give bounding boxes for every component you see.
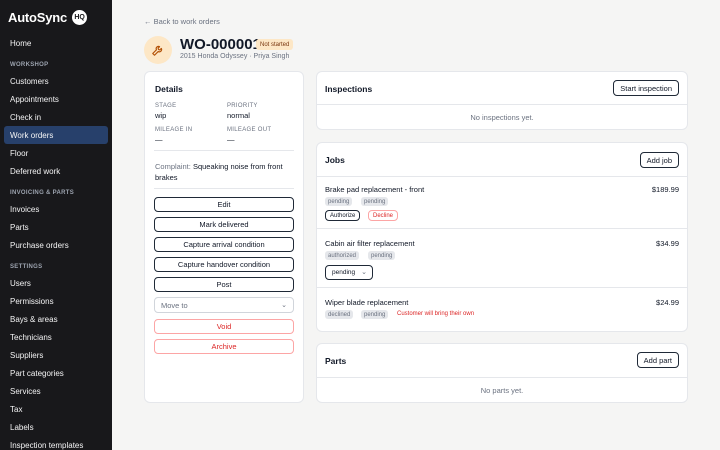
divider [317, 104, 687, 105]
sidebar-section-workshop: WORKSHOP [10, 62, 49, 68]
authorize-button[interactable]: Authorize [325, 210, 361, 221]
job-status-tag: authorized [325, 251, 360, 260]
sidebar-item-services[interactable]: Services [4, 382, 108, 400]
mark-delivered-button[interactable]: Mark delivered [154, 217, 294, 232]
priority-value: normal [227, 111, 250, 120]
divider [317, 176, 687, 177]
sidebar-item-work-orders[interactable]: Work orders [4, 126, 108, 144]
divider [154, 188, 294, 189]
vehicle-customer-subtitle: 2015 Honda Odyssey · Priya Singh [180, 53, 290, 60]
mileage-out-value: — [227, 135, 235, 144]
post-button[interactable]: Post [154, 277, 294, 292]
job-note: Customer will bring their own [397, 311, 475, 317]
sidebar-section-invoicing: INVOICING & PARTS [10, 190, 74, 196]
inspections-card: Inspections Start inspection No inspecti… [316, 71, 688, 130]
stage-label: STAGE [155, 103, 177, 109]
details-title: Details [155, 84, 183, 94]
sidebar-item-part-categories[interactable]: Part categories [4, 364, 108, 382]
job-name: Wiper blade replacement [325, 298, 409, 307]
sidebar-item-parts[interactable]: Parts [4, 218, 108, 236]
capture-handover-condition-button[interactable]: Capture handover condition [154, 257, 294, 272]
sidebar-section-settings: SETTINGS [10, 264, 43, 270]
sidebar-item-invoices[interactable]: Invoices [4, 200, 108, 218]
archive-button[interactable]: Archive [154, 339, 294, 354]
job-parts-tag: pending [368, 251, 396, 260]
inspections-title: Inspections [325, 84, 373, 94]
divider [317, 377, 687, 378]
job-price: $24.99 [656, 298, 679, 307]
wrench-icon [144, 36, 172, 64]
priority-label: PRIORITY [227, 103, 258, 109]
job-status-select[interactable]: pending ⌄ [325, 265, 373, 280]
job-name: Cabin air filter replacement [325, 239, 415, 248]
brand-name: AutoSync [8, 9, 68, 25]
page-title: WO-000001 [180, 36, 261, 53]
sidebar-item-check-in[interactable]: Check in [4, 108, 108, 126]
add-job-button[interactable]: Add job [639, 152, 679, 168]
parts-title: Parts [325, 356, 347, 366]
move-to-select[interactable]: Move to ⌄ [154, 297, 294, 313]
sidebar-item-users[interactable]: Users [4, 274, 108, 292]
capture-arrival-condition-button[interactable]: Capture arrival condition [154, 237, 294, 252]
sidebar-item-customers[interactable]: Customers [4, 72, 108, 90]
sidebar-item-permissions[interactable]: Permissions [4, 292, 108, 310]
void-button[interactable]: Void [154, 319, 294, 334]
job-status-tag: pending [325, 197, 353, 206]
sidebar-item-labels[interactable]: Labels [4, 418, 108, 436]
move-to-placeholder: Move to [161, 300, 188, 310]
parts-empty-state: No parts yet. [480, 386, 524, 395]
stage-value: wip [155, 111, 167, 120]
divider [154, 150, 294, 151]
job-parts-tag: pending [361, 197, 389, 206]
jobs-title: Jobs [325, 155, 345, 165]
sidebar-item-inspection-templates[interactable]: Inspection templates [4, 436, 108, 450]
sidebar-item-suppliers[interactable]: Suppliers [4, 346, 108, 364]
sidebar: AutoSync HQ Home WORKSHOP Customers Appo… [0, 0, 112, 450]
sidebar-item-purchase-orders[interactable]: Purchase orders [4, 236, 108, 254]
back-to-work-orders-link[interactable]: ← Back to work orders [144, 17, 220, 26]
status-badge: Not started [256, 39, 294, 50]
sidebar-item-deferred-work[interactable]: Deferred work [4, 162, 108, 180]
sidebar-item-floor[interactable]: Floor [4, 144, 108, 162]
mileage-in-label: MILEAGE IN [155, 127, 193, 133]
sidebar-item-appointments[interactable]: Appointments [4, 90, 108, 108]
job-name: Brake pad replacement - front [325, 185, 425, 194]
brand-badge: HQ [72, 9, 88, 25]
sidebar-item-technicians[interactable]: Technicians [4, 328, 108, 346]
job-status-select-value: pending [332, 269, 356, 276]
decline-button[interactable]: Decline [368, 210, 399, 221]
details-card: Details STAGE wip PRIORITY normal MILEAG… [144, 71, 304, 403]
complaint-label: Complaint: [155, 162, 191, 171]
jobs-card: Jobs Add job Brake pad replacement - fro… [316, 142, 688, 332]
mileage-out-label: MILEAGE OUT [227, 127, 272, 133]
edit-button[interactable]: Edit [154, 197, 294, 212]
divider [317, 228, 687, 229]
sidebar-item-tax[interactable]: Tax [4, 400, 108, 418]
mileage-in-value: — [155, 135, 163, 144]
sidebar-item-home[interactable]: Home [4, 34, 108, 52]
inspections-empty-state: No inspections yet. [470, 113, 534, 122]
complaint: Complaint: Squeaking noise from front br… [155, 161, 295, 183]
job-price: $189.99 [651, 185, 679, 194]
add-part-button[interactable]: Add part [636, 352, 679, 368]
job-parts-tag: pending [361, 310, 389, 319]
chevron-down-icon: ⌄ [361, 269, 367, 276]
parts-card: Parts Add part No parts yet. [316, 343, 688, 403]
job-price: $34.99 [656, 239, 679, 248]
brand[interactable]: AutoSync HQ [0, 0, 112, 34]
divider [317, 287, 687, 288]
job-status-tag: declined [325, 310, 354, 319]
sidebar-item-bays-areas[interactable]: Bays & areas [4, 310, 108, 328]
start-inspection-button[interactable]: Start inspection [613, 80, 679, 96]
chevron-down-icon: ⌄ [281, 302, 287, 309]
